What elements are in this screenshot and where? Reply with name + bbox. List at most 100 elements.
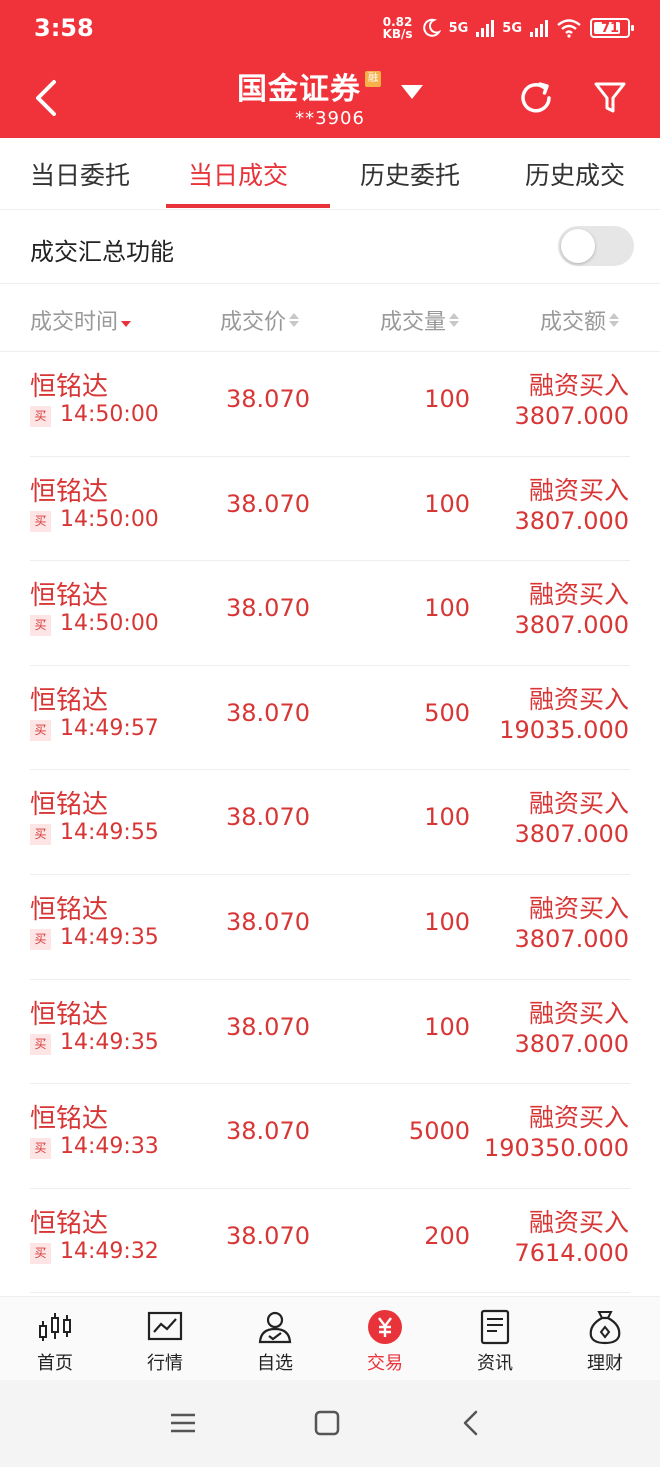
trade-qty: 500 [424, 698, 470, 727]
app-title: 国金证券 [237, 72, 361, 107]
trade-time: 14:49:32 [60, 1238, 159, 1264]
sort-desc-icon [121, 313, 132, 327]
account-number: **3906 [295, 108, 365, 129]
nav-home[interactable]: 首页 [0, 1297, 110, 1381]
col-trade-time-label: 成交时间 [30, 310, 119, 335]
col-trade-amount-label: 成交额 [540, 310, 607, 335]
status-bar: 3:58 0.82 KB/s 5G 5G 71 [0, 0, 660, 62]
account-dropdown-icon[interactable] [401, 85, 423, 99]
nav-trade[interactable]: 交易 [330, 1297, 440, 1381]
trade-row[interactable]: 恒铭达 买 14:49:57 38.070 500 融资买入 19035.000 [0, 666, 660, 771]
sort-icon [449, 313, 460, 327]
trade-qty: 100 [424, 489, 470, 518]
side-badge: 买 [30, 406, 51, 427]
trade-qty: 100 [424, 1012, 470, 1041]
tab-history-orders[interactable]: 历史委托 [360, 156, 460, 192]
stock-name: 恒铭达 [30, 372, 109, 402]
col-trade-qty[interactable]: 成交量 [380, 304, 460, 336]
stock-name: 恒铭达 [30, 894, 109, 925]
sort-icon [609, 313, 620, 327]
wifi-icon [557, 19, 581, 38]
nav-watchlist[interactable]: 自选 [220, 1297, 330, 1381]
trade-row[interactable]: 恒铭达 买 14:49:55 38.070 100 融资买入 3807.000 [0, 770, 660, 875]
trade-qty: 100 [424, 907, 470, 936]
side-badge: 买 [30, 719, 51, 741]
stock-name: 恒铭达 [30, 476, 109, 507]
trade-type: 融资买入 [528, 789, 629, 819]
user-check-icon [258, 1311, 292, 1344]
nav-news-label: 资讯 [477, 1353, 513, 1374]
col-trade-price[interactable]: 成交价 [220, 304, 300, 336]
side-badge: 买 [30, 1242, 51, 1264]
sort-icon [289, 313, 300, 327]
col-trade-amount[interactable]: 成交额 [540, 304, 620, 336]
active-tab-indicator [166, 204, 330, 208]
trade-row[interactable]: 恒铭达 买 14:50:00 38.070 100 融资买入 3807.000 [0, 352, 660, 457]
tab-history-trades[interactable]: 历史成交 [525, 156, 625, 192]
line-chart-icon [147, 1311, 183, 1341]
trade-row[interactable]: 恒铭达 买 14:49:32 38.070 200 融资买入 7614.000 [0, 1189, 660, 1294]
trade-amount: 3807.000 [514, 402, 629, 430]
nav-market[interactable]: 行情 [110, 1297, 220, 1381]
trade-type: 融资买入 [528, 1103, 629, 1133]
trade-qty: 5000 [408, 1117, 470, 1146]
side-badge: 买 [30, 928, 51, 950]
trade-price: 38.070 [226, 907, 310, 936]
moon-icon [422, 18, 441, 37]
stock-name: 恒铭达 [30, 1208, 109, 1239]
trade-row[interactable]: 恒铭达 买 14:50:00 38.070 100 融资买入 3807.000 [0, 561, 660, 666]
trade-amount: 3807.000 [514, 1029, 629, 1058]
stock-name: 恒铭达 [30, 581, 109, 612]
trade-time: 14:49:35 [60, 1029, 159, 1055]
trade-row[interactable]: 恒铭达 买 14:49:35 38.070 100 融资买入 3807.000 [0, 980, 660, 1085]
refresh-icon[interactable] [516, 78, 556, 118]
signal-bars-icon [476, 19, 495, 37]
nav-trade-label: 交易 [367, 1353, 403, 1374]
trade-amount: 3807.000 [514, 611, 629, 640]
tab-today-orders[interactable]: 当日委托 [30, 156, 130, 192]
menu-icon[interactable] [168, 1408, 198, 1438]
trade-time: 14:49:35 [60, 924, 159, 950]
side-badge: 买 [30, 1033, 51, 1055]
signal-5g-label-2: 5G [502, 20, 522, 36]
tab-bar: 当日委托 当日成交 历史委托 历史成交 [0, 138, 660, 210]
trade-type: 融资买入 [528, 1207, 629, 1237]
nav-wealth-label: 理财 [587, 1353, 623, 1374]
nav-home-label: 首页 [37, 1353, 73, 1374]
signal-5g-label-1: 5G [448, 20, 469, 36]
trade-row[interactable]: 恒铭达 买 14:49:35 38.070 100 融资买入 3807.000 [0, 875, 660, 980]
trade-amount: 3807.000 [514, 820, 629, 849]
battery-level: 71 [600, 20, 620, 36]
status-time: 3:58 [34, 14, 94, 42]
trade-price: 38.070 [226, 489, 310, 518]
trade-qty: 100 [424, 385, 470, 413]
filter-icon[interactable] [590, 78, 630, 118]
col-trade-time[interactable]: 成交时间 [30, 304, 132, 336]
trade-row[interactable]: 恒铭达 买 14:50:00 38.070 100 融资买入 3807.000 [0, 457, 660, 562]
side-badge: 买 [30, 615, 51, 637]
trade-price: 38.070 [226, 1117, 310, 1146]
system-nav-bar [0, 1380, 660, 1467]
nav-news[interactable]: 资讯 [440, 1297, 550, 1381]
trade-time: 14:50:00 [60, 611, 159, 637]
trade-qty: 100 [424, 594, 470, 623]
trade-type: 融资买入 [528, 893, 629, 923]
tab-today-trades[interactable]: 当日成交 [188, 156, 288, 192]
home-square-icon[interactable] [312, 1408, 342, 1438]
system-back-icon[interactable] [456, 1408, 486, 1438]
trade-row[interactable]: 恒铭达 买 14:49:33 38.070 5000 融资买入 190350.0… [0, 1084, 660, 1189]
stock-name: 恒铭达 [30, 1104, 109, 1135]
trade-price: 38.070 [226, 698, 310, 727]
nav-wealth[interactable]: 理财 [550, 1297, 660, 1381]
trade-amount: 7614.000 [514, 1238, 629, 1267]
battery-icon: 71 [590, 18, 634, 38]
column-header-row: 成交时间 成交价 成交量 成交额 [0, 284, 660, 352]
side-badge: 买 [30, 510, 51, 532]
summary-toggle[interactable] [558, 226, 634, 266]
trade-type: 融资买入 [528, 684, 629, 714]
col-trade-qty-label: 成交量 [380, 310, 447, 335]
trade-time: 14:49:57 [60, 715, 159, 741]
col-trade-price-label: 成交价 [220, 310, 287, 335]
header-title-block[interactable]: 国金证券 融 **3906 [0, 64, 660, 129]
trade-price: 38.070 [226, 803, 310, 832]
